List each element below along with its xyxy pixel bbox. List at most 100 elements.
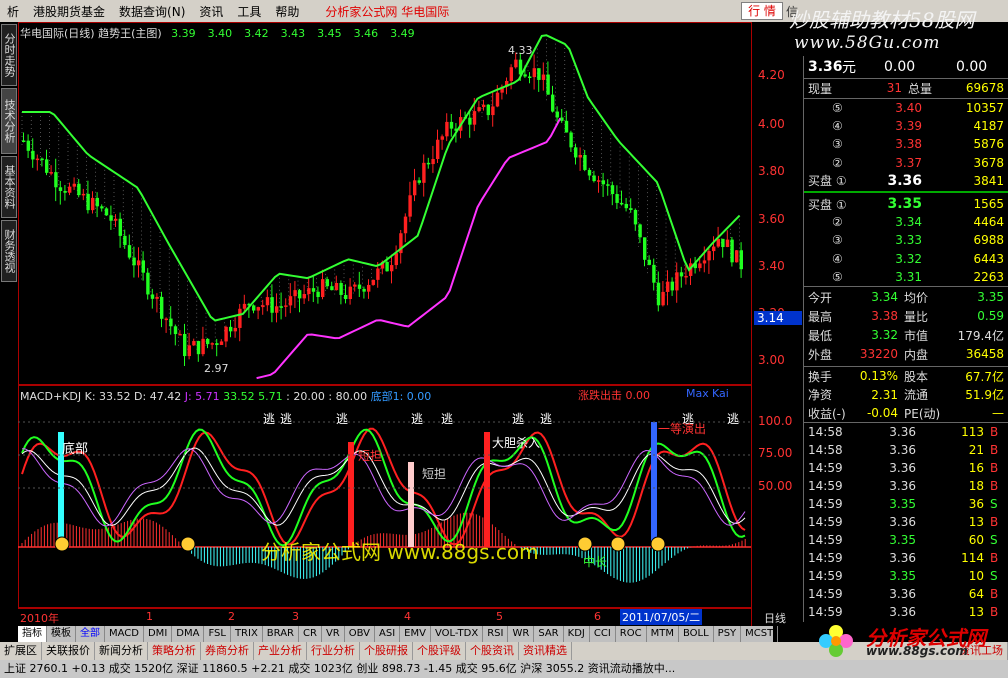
- indicator-tab[interactable]: TRIX: [231, 626, 263, 642]
- tab-intraday[interactable]: 分时走势: [1, 24, 17, 86]
- menu-item-hk-futures[interactable]: 港股期货基金: [26, 3, 112, 20]
- indicator-tab[interactable]: FSL: [204, 626, 231, 642]
- signal-bar: [348, 442, 354, 547]
- indicator-tab[interactable]: EMV: [400, 626, 431, 642]
- bottom-nav-item[interactable]: 个股评级: [413, 642, 466, 660]
- indicator-tab[interactable]: VR: [322, 626, 345, 642]
- current-price: 3.36: [808, 59, 843, 75]
- buy-level-volume: 6443: [973, 251, 1004, 266]
- candle-body: [574, 147, 578, 158]
- candle-body: [712, 246, 716, 252]
- indicator-tab[interactable]: MCST: [741, 626, 779, 642]
- sell-level-label: 买盘 ①: [808, 174, 847, 189]
- candle-body: [509, 67, 513, 81]
- indicator-tab[interactable]: RSI: [483, 626, 509, 642]
- stat-label: 净资: [808, 388, 833, 402]
- candle-body: [123, 235, 127, 246]
- candle-body: [666, 281, 670, 292]
- candle-body: [523, 74, 527, 77]
- stat-value: 179.4亿: [957, 328, 1004, 343]
- bottom-nav-item[interactable]: 产业分析: [254, 642, 307, 660]
- candle-body: [436, 139, 440, 160]
- menu-item-data-query[interactable]: 数据查询(N): [112, 3, 192, 20]
- candle-body: [725, 239, 730, 248]
- period-label[interactable]: 日线: [764, 610, 786, 626]
- candle-body: [357, 284, 362, 289]
- candle-body: [196, 341, 201, 355]
- stat-row: 外盘 33220 内盘 36458: [804, 345, 1008, 363]
- indicator-tab[interactable]: CCI: [590, 626, 616, 642]
- menu-item-news[interactable]: 资讯: [192, 3, 230, 20]
- indicator-tab[interactable]: CR: [299, 626, 322, 642]
- bottom-nav-item[interactable]: 关联报价: [42, 642, 95, 660]
- candle-body: [546, 74, 550, 95]
- indicator-tab[interactable]: PSY: [714, 626, 742, 642]
- bottom-nav-item[interactable]: 个股资讯: [466, 642, 519, 660]
- indicator-tab[interactable]: DMI: [144, 626, 173, 642]
- indicator-tab[interactable]: MACD: [105, 626, 144, 642]
- candle-body: [656, 282, 661, 306]
- tab-fundamentals[interactable]: 基本资料: [1, 156, 17, 218]
- indicator-tab[interactable]: DMA: [172, 626, 205, 642]
- sell-level-price: 3.37: [895, 155, 922, 170]
- candle-body: [160, 296, 164, 319]
- tick-volume: 21: [968, 443, 984, 457]
- indicator-tab[interactable]: WR: [508, 626, 535, 642]
- signal-bar: [484, 432, 490, 547]
- stat-value: 51.9亿: [965, 388, 1004, 402]
- candle-body: [114, 218, 118, 221]
- candle-body: [482, 104, 486, 108]
- candle-body: [597, 180, 601, 182]
- y-tick-label: 3.00: [758, 353, 785, 367]
- tab-technical[interactable]: 技术分析: [1, 88, 17, 154]
- buy-level-label: ②: [832, 215, 843, 230]
- menu-item-help[interactable]: 帮助: [268, 3, 306, 20]
- candle-body: [601, 180, 605, 185]
- indicator-tab[interactable]: BRAR: [263, 626, 299, 642]
- indicator-tab[interactable]: MTM: [647, 626, 679, 642]
- menu-item-tools[interactable]: 工具: [230, 3, 268, 20]
- candle-body: [679, 272, 684, 277]
- stat-label: 外盘: [808, 347, 833, 362]
- bottom-nav-item[interactable]: 资讯精选: [519, 642, 572, 660]
- candle-body: [81, 193, 86, 196]
- buy-level-row: ⑤ 3.31 2263: [804, 268, 1008, 286]
- stat-value: 3.38: [871, 309, 898, 323]
- buy-level-label: ⑤: [832, 269, 843, 284]
- price-change-pct: 0.00: [956, 59, 988, 75]
- tab-financials[interactable]: 财务透视: [1, 220, 17, 282]
- bottom-nav-item[interactable]: 券商分析: [201, 642, 254, 660]
- indicator-tab[interactable]: VOL-TDX: [431, 626, 484, 642]
- indicator-tab[interactable]: 全部: [76, 626, 105, 642]
- sell-level-volume: 5876: [973, 137, 1004, 152]
- buy-level-price: 3.35: [887, 196, 922, 212]
- trend-band-upper-line: [22, 34, 741, 322]
- indicator-tab[interactable]: 模板: [47, 626, 76, 642]
- candle-body: [569, 132, 573, 148]
- bottom-nav-item[interactable]: 新闻分析: [95, 642, 148, 660]
- indicator-tab[interactable]: SAR: [534, 626, 564, 642]
- indicator-tab[interactable]: OBV: [345, 626, 375, 642]
- candle-body: [132, 257, 136, 266]
- stat-value: 0.13%: [859, 369, 898, 383]
- bottom-nav-item[interactable]: 策略分析: [148, 642, 201, 660]
- candle-body: [104, 208, 109, 216]
- bottom-nav-item[interactable]: 扩展区: [0, 642, 42, 660]
- indicator-tab[interactable]: BOLL: [679, 626, 714, 642]
- sell-level-label: ⑤: [832, 101, 843, 115]
- candle-body: [675, 272, 679, 291]
- bottom-nav-item[interactable]: 个股研报: [360, 642, 413, 660]
- bottom-nav-item[interactable]: 行业分析: [307, 642, 360, 660]
- menu-item-analysis[interactable]: 析: [0, 3, 26, 20]
- indicator-tab[interactable]: ROC: [616, 626, 647, 642]
- indicator-tab[interactable]: KDJ: [564, 626, 590, 642]
- indicator-tab[interactable]: ASI: [375, 626, 401, 642]
- date-label: 6: [594, 610, 601, 623]
- candle-body: [684, 275, 688, 278]
- candle-body: [256, 307, 260, 311]
- sell-level-row: ② 3.37 3678: [804, 154, 1008, 172]
- indicator-tab[interactable]: 指标: [18, 626, 47, 642]
- chart-area[interactable]: 华电国际(日线) 趋势王(主图) 3.39 3.40 3.42 3.43 3.45 3.4…: [18, 22, 803, 626]
- quote-button[interactable]: 行 情: [741, 2, 783, 20]
- main-panel-border: [18, 22, 752, 385]
